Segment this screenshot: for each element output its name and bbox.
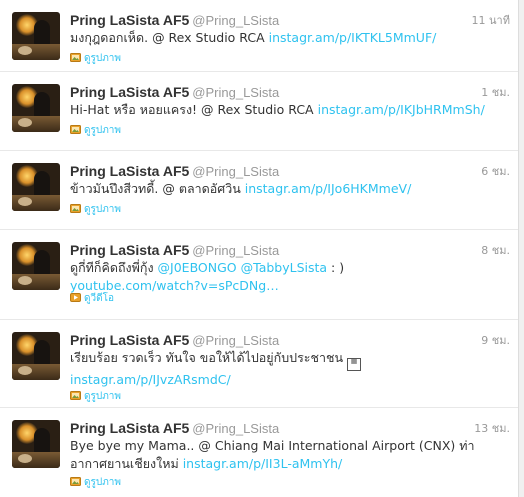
tweet-body: Hi-Hat หรือ หอยแครง! @ Rex Studio RCA <box>70 102 318 117</box>
author-name[interactable]: Pring LaSista AF5 <box>70 84 189 100</box>
expand-label: ดูรูปภาพ <box>84 391 122 402</box>
avatar[interactable] <box>12 12 60 60</box>
missing-glyph-icon: ▦ <box>347 358 362 371</box>
video-icon <box>70 292 81 305</box>
tweet-link[interactable]: instagr.am/p/IJvzARsmdC/ <box>70 372 231 387</box>
tweet-item[interactable]: Pring LaSista AF5 @Pring_LSista 11 นาที ม… <box>0 0 518 72</box>
mention-link[interactable]: @TabbyLSista <box>241 260 327 275</box>
expand-media-link[interactable]: ดูรูปภาพ <box>70 51 121 65</box>
author-name[interactable]: Pring LaSista AF5 <box>70 420 189 436</box>
avatar[interactable] <box>12 242 60 290</box>
tweet-text: มงกุฎดอกเห็ด. @ Rex Studio RCA instagr.a… <box>70 29 500 47</box>
author-name[interactable]: Pring LaSista AF5 <box>70 332 189 348</box>
tweet-item[interactable]: Pring LaSista AF5 @Pring_LSista 13 ชม. By… <box>0 408 518 497</box>
tweet-item[interactable]: Pring LaSista AF5 @Pring_LSista 9 ชม. เรี… <box>0 320 518 408</box>
expand-label: ดูรูปภาพ <box>84 477 122 488</box>
tweet-text: ดูกี่ทีก็คิดถึงพี่กุ้ง @J0EBONGO @TabbyL… <box>70 259 500 295</box>
expand-label: ดูรูปภาพ <box>84 53 122 64</box>
photo-icon <box>70 390 81 403</box>
expand-media-link[interactable]: ดูรูปภาพ <box>70 389 121 403</box>
photo-icon <box>70 476 81 489</box>
avatar[interactable] <box>12 84 60 132</box>
tweet-body: มงกุฎดอกเห็ด. @ Rex Studio RCA <box>70 30 269 45</box>
tweet-timeline: Pring LaSista AF5 @Pring_LSista 11 นาที ม… <box>0 0 518 497</box>
author-handle[interactable]: @Pring_LSista <box>192 243 279 258</box>
author-handle[interactable]: @Pring_LSista <box>192 85 279 100</box>
expand-media-link[interactable]: ดูวีดีโอ <box>70 291 114 305</box>
expand-media-link[interactable]: ดูรูปภาพ <box>70 123 121 137</box>
expand-label: ดูรูปภาพ <box>84 204 122 215</box>
author-name[interactable]: Pring LaSista AF5 <box>70 163 189 179</box>
tweet-item[interactable]: Pring LaSista AF5 @Pring_LSista 6 ชม. ข้า… <box>0 151 518 230</box>
expand-media-link[interactable]: ดูรูปภาพ <box>70 202 121 216</box>
expand-media-link[interactable]: ดูรูปภาพ <box>70 475 121 489</box>
author-handle[interactable]: @Pring_LSista <box>192 421 279 436</box>
tweet-timestamp[interactable]: 6 ชม. <box>481 162 510 180</box>
tweet-timestamp[interactable]: 13 ชม. <box>474 419 510 437</box>
author-handle[interactable]: @Pring_LSista <box>192 13 279 28</box>
tweet-body: เรียบร้อย รวดเร็ว ทันใจ ขอให้ได้ไปอยู่กั… <box>70 350 344 365</box>
tweet-text: Bye bye my Mama.. @ Chiang Mai Internati… <box>70 437 500 473</box>
expand-label: ดูวีดีโอ <box>84 293 114 304</box>
mention-link[interactable]: @J0EBONGO <box>158 260 237 275</box>
tweet-item[interactable]: Pring LaSista AF5 @Pring_LSista 8 ชม. ดูก… <box>0 230 518 320</box>
tweet-timestamp[interactable]: 8 ชม. <box>481 241 510 259</box>
expand-label: ดูรูปภาพ <box>84 125 122 136</box>
avatar[interactable] <box>12 332 60 380</box>
tweet-link[interactable]: instagr.am/p/IJo6HKMmeV/ <box>245 181 412 196</box>
author-handle[interactable]: @Pring_LSista <box>192 164 279 179</box>
avatar[interactable] <box>12 420 60 468</box>
photo-icon <box>70 203 81 216</box>
scrollbar[interactable] <box>518 0 524 497</box>
photo-icon <box>70 52 81 65</box>
tweet-text: เรียบร้อย รวดเร็ว ทันใจ ขอให้ได้ไปอยู่กั… <box>70 349 500 389</box>
author-name[interactable]: Pring LaSista AF5 <box>70 242 189 258</box>
photo-icon <box>70 124 81 137</box>
tweet-link[interactable]: instagr.am/p/IKTKL5MmUF/ <box>269 30 437 45</box>
avatar[interactable] <box>12 163 60 211</box>
tweet-timestamp[interactable]: 11 นาที <box>472 11 510 29</box>
tweet-link[interactable]: instagr.am/p/IKJbHRMmSh/ <box>318 102 485 117</box>
tweet-text: Hi-Hat หรือ หอยแครง! @ Rex Studio RCA in… <box>70 101 500 119</box>
tweet-link[interactable]: instagr.am/p/II3L-aMmYh/ <box>183 456 343 471</box>
tweet-item[interactable]: Pring LaSista AF5 @Pring_LSista 1 ชม. Hi-… <box>0 72 518 151</box>
tweet-body-suffix: : ) <box>327 260 345 275</box>
tweet-body: ดูกี่ทีก็คิดถึงพี่กุ้ง <box>70 260 158 275</box>
author-handle[interactable]: @Pring_LSista <box>192 333 279 348</box>
tweet-timestamp[interactable]: 1 ชม. <box>481 83 510 101</box>
tweet-body: ข้าวมันปึงสีวทดี้. @ ตลาดอัศวิน <box>70 181 245 196</box>
tweet-text: ข้าวมันปึงสีวทดี้. @ ตลาดอัศวิน instagr.… <box>70 180 500 198</box>
author-name[interactable]: Pring LaSista AF5 <box>70 12 189 28</box>
tweet-timestamp[interactable]: 9 ชม. <box>481 331 510 349</box>
